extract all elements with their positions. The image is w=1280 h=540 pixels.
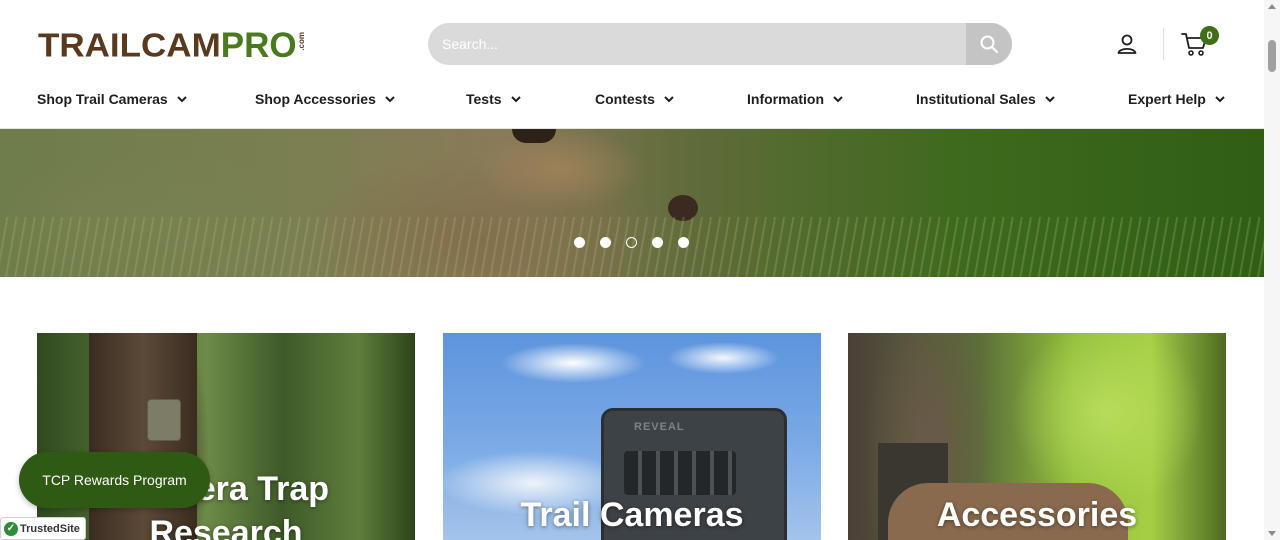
- search-button[interactable]: [966, 23, 1012, 65]
- category-title-line2: Research: [149, 514, 303, 540]
- rewards-program-button[interactable]: TCP Rewards Program: [19, 452, 210, 508]
- chevron-down-icon: [177, 96, 187, 103]
- nav-item-label: Information: [747, 91, 824, 107]
- card-image-trail-camera: [147, 399, 181, 441]
- category-card-accessories[interactable]: Accessories: [848, 333, 1226, 540]
- category-title: Accessories: [936, 496, 1138, 534]
- account-button[interactable]: [1114, 31, 1140, 57]
- category-card-camera-trap-research[interactable]: Camera Trap Research: [37, 333, 415, 540]
- nav-item-tests[interactable]: Tests: [466, 86, 522, 112]
- nav-item-label: Tests: [466, 91, 502, 107]
- camera-honeycomb-panel: [624, 451, 736, 495]
- logo-text-accent: PRO: [220, 26, 297, 65]
- search-bar: [428, 23, 1012, 65]
- nav-item-information[interactable]: Information: [747, 86, 844, 112]
- page: TRAILCAM PRO .com Search... 0 Shop Trail…: [0, 0, 1280, 540]
- slide-dot-active[interactable]: [626, 237, 637, 248]
- nav-item-label: Shop Accessories: [255, 91, 376, 107]
- nav-item-label: Shop Trail Cameras: [37, 91, 168, 107]
- nav-item-label: Institutional Sales: [916, 91, 1036, 107]
- site-logo[interactable]: TRAILCAM PRO .com: [38, 26, 306, 66]
- nav-item-expert-help[interactable]: Expert Help: [1128, 86, 1226, 112]
- scroll-up-arrow-icon[interactable]: [1268, 4, 1276, 9]
- account-icon: [1117, 34, 1137, 54]
- slide-dot[interactable]: [600, 237, 611, 248]
- scroll-thumb[interactable]: [1268, 40, 1276, 72]
- slide-dot[interactable]: [574, 237, 585, 248]
- slide-dot[interactable]: [678, 237, 689, 248]
- logo-text-main: TRAILCAM: [38, 27, 221, 65]
- category-card-trail-cameras[interactable]: REVEAL Trail Cameras: [443, 333, 821, 540]
- chevron-down-icon: [1215, 96, 1225, 103]
- search-icon: [980, 35, 998, 53]
- slide-dots: [574, 237, 689, 248]
- nav-item-contests[interactable]: Contests: [595, 86, 675, 112]
- scroll-down-arrow-icon[interactable]: [1268, 531, 1276, 536]
- slide-dot[interactable]: [652, 237, 663, 248]
- camera-brand-label: REVEAL: [634, 421, 685, 433]
- hero-slideshow[interactable]: [0, 129, 1264, 277]
- nav-item-institutional-sales[interactable]: Institutional Sales: [916, 86, 1056, 112]
- chevron-down-icon: [1045, 96, 1055, 103]
- category-title: Trail Cameras: [520, 496, 744, 534]
- header-divider: [1163, 28, 1164, 60]
- nav-item-shop-accessories[interactable]: Shop Accessories: [255, 86, 396, 112]
- chevron-down-icon: [510, 96, 521, 103]
- trustedsite-badge[interactable]: ✓ TrustedSite: [0, 517, 86, 540]
- nav-item-label: Expert Help: [1128, 91, 1206, 107]
- search-input[interactable]: [428, 23, 966, 65]
- cart-count-badge: 0: [1200, 26, 1219, 45]
- logo-text-suffix: .com: [296, 32, 306, 51]
- nav-item-shop-trail-cameras[interactable]: Shop Trail Cameras: [37, 86, 188, 112]
- chevron-down-icon: [664, 96, 674, 103]
- chevron-down-icon: [833, 96, 843, 103]
- check-icon: ✓: [4, 521, 18, 536]
- trustedsite-label: TrustedSite: [20, 522, 80, 535]
- chevron-down-icon: [385, 96, 395, 103]
- main-nav: Shop Trail Cameras Shop Accessories Test…: [0, 86, 1264, 112]
- site-header: TRAILCAM PRO .com Search... 0 Shop Trail…: [0, 0, 1264, 129]
- hero-image-deer-eye: [512, 129, 556, 143]
- nav-item-label: Contests: [595, 91, 655, 107]
- page-scrollbar[interactable]: [1264, 0, 1280, 540]
